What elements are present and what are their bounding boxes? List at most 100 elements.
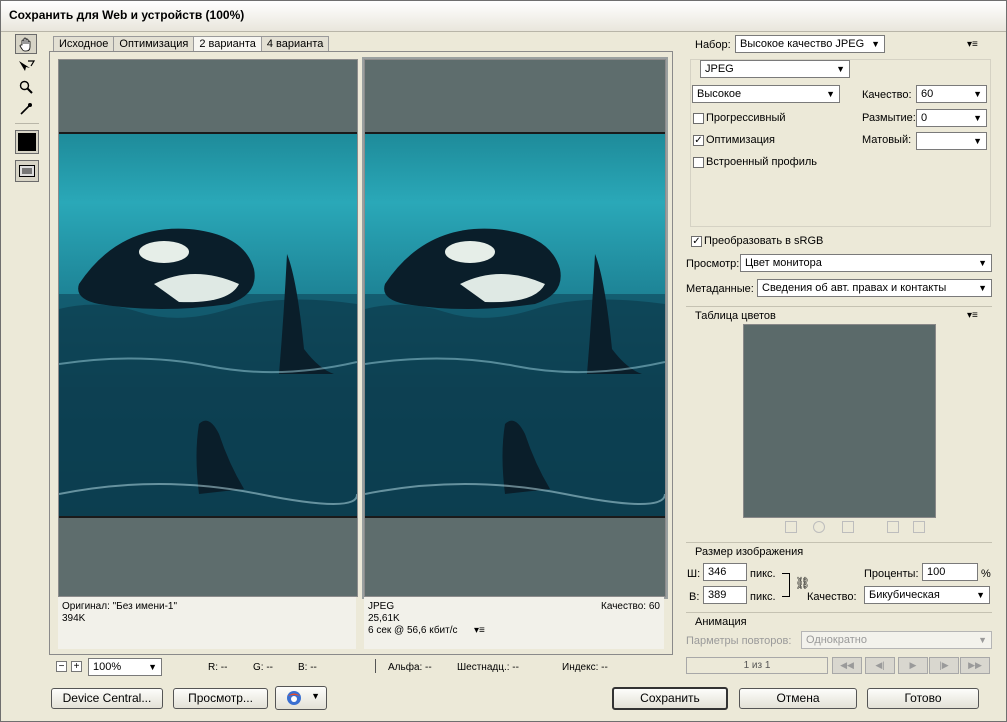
tab-optimized[interactable]: Оптимизация bbox=[113, 36, 195, 51]
width-unit: пикс. bbox=[750, 568, 776, 580]
status-divider bbox=[375, 659, 376, 673]
matte-select[interactable]: ▼ bbox=[916, 132, 987, 150]
zoom-icon[interactable] bbox=[15, 77, 37, 97]
tab-original[interactable]: Исходное bbox=[53, 36, 115, 51]
original-size: 394K bbox=[62, 613, 86, 624]
height-unit: пикс. bbox=[750, 591, 776, 603]
chevron-down-icon: ▼ bbox=[871, 39, 880, 49]
animation-title: Анимация bbox=[695, 616, 747, 628]
eyedropper-color-swatch[interactable] bbox=[15, 130, 39, 154]
loop-options-select[interactable]: Однократно ▼ bbox=[801, 631, 992, 649]
percent-input[interactable]: 100 bbox=[922, 563, 978, 581]
blue-readout: B: -- bbox=[298, 662, 317, 673]
chevron-down-icon: ▼ bbox=[978, 635, 987, 645]
optimize-label: Оптимизация bbox=[706, 134, 775, 146]
zoom-in-button[interactable]: + bbox=[71, 661, 82, 672]
play-button[interactable]: ▶ bbox=[898, 657, 928, 674]
metadata-label: Метаданные: bbox=[686, 283, 754, 295]
done-button[interactable]: Готово bbox=[867, 688, 979, 709]
next-frame-button[interactable]: |▶ bbox=[929, 657, 959, 674]
chevron-down-icon: ▼ bbox=[973, 89, 982, 99]
height-input[interactable]: 389 bbox=[703, 586, 747, 604]
first-frame-button[interactable]: ◀◀ bbox=[832, 657, 862, 674]
chevron-down-icon: ▼ bbox=[976, 590, 985, 600]
title-bar: Сохранить для Web и устройств (100%) bbox=[1, 1, 1006, 32]
width-input[interactable]: 346 bbox=[703, 563, 747, 581]
percent-label: Проценты: bbox=[864, 568, 919, 580]
resample-quality-select[interactable]: Бикубическая ▼ bbox=[864, 586, 990, 604]
original-preview-pane[interactable] bbox=[58, 59, 358, 597]
speed-menu-icon[interactable]: ▾≡ bbox=[474, 625, 485, 637]
browser-icon bbox=[287, 691, 301, 705]
new-color-icon[interactable] bbox=[887, 521, 899, 533]
hex-readout: Шестнадц.: -- bbox=[457, 662, 519, 673]
orca-image-optimized bbox=[365, 134, 665, 516]
compression-quality-select[interactable]: Высокое ▼ bbox=[692, 85, 840, 103]
embed-profile-label: Встроенный профиль bbox=[706, 156, 818, 168]
quality-input[interactable]: 60 ▼ bbox=[916, 85, 987, 103]
chevron-down-icon: ▼ bbox=[836, 64, 845, 74]
preset-value: Высокое качество JPEG bbox=[740, 38, 865, 50]
tab-4-up[interactable]: 4 варианта bbox=[260, 36, 330, 51]
matte-label: Матовый: bbox=[862, 134, 912, 146]
eyedropper-icon[interactable] bbox=[15, 99, 37, 119]
progressive-checkbox[interactable] bbox=[693, 113, 704, 124]
color-table-swatches[interactable] bbox=[743, 324, 936, 518]
format-value: JPEG bbox=[705, 63, 734, 75]
height-value: 389 bbox=[708, 589, 727, 601]
trash-icon[interactable] bbox=[913, 521, 925, 533]
optimized-info: JPEG Качество: 60 25,61K 6 сек @ 56,6 кб… bbox=[364, 597, 664, 649]
loop-options-label: Парметры повторов: bbox=[686, 635, 792, 647]
resample-quality-value: Бикубическая bbox=[869, 589, 940, 601]
save-button[interactable]: Сохранить bbox=[612, 687, 728, 710]
preview-select[interactable]: Цвет монитора ▼ bbox=[740, 254, 992, 272]
format-select[interactable]: JPEG ▼ bbox=[700, 60, 850, 78]
zoom-level-select[interactable]: 100% ▼ bbox=[88, 658, 162, 676]
toggle-slices-icon[interactable] bbox=[15, 160, 39, 182]
convert-srgb-label: Преобразовать в sRGB bbox=[704, 235, 824, 247]
previous-frame-button[interactable]: ◀| bbox=[865, 657, 895, 674]
link-icon[interactable]: ⛓ bbox=[795, 576, 810, 590]
convert-srgb-checkbox[interactable]: ✓ bbox=[691, 236, 702, 247]
chevron-down-icon: ▼ bbox=[148, 662, 157, 672]
map-color-icon[interactable] bbox=[785, 521, 797, 533]
preset-label: Набор: bbox=[695, 39, 731, 51]
device-central-button[interactable]: Device Central... bbox=[51, 688, 163, 709]
height-label: В: bbox=[689, 591, 700, 603]
loop-options-value: Однократно bbox=[806, 634, 867, 646]
image-size-title: Размер изображения bbox=[695, 546, 804, 558]
canvas-background bbox=[365, 60, 665, 134]
cancel-button[interactable]: Отмена bbox=[739, 688, 857, 709]
color-table-menu-icon[interactable]: ▾≡ bbox=[967, 310, 978, 321]
zoom-out-button[interactable]: − bbox=[56, 661, 67, 672]
metadata-select[interactable]: Сведения об авт. правах и контакты ▼ bbox=[757, 279, 992, 297]
preset-select[interactable]: Высокое качество JPEG ▼ bbox=[735, 35, 885, 53]
lock-color-icon[interactable] bbox=[842, 521, 854, 533]
color-table-title: Таблица цветов bbox=[695, 310, 776, 322]
hand-icon[interactable] bbox=[15, 34, 37, 54]
blur-value: 0 bbox=[921, 112, 928, 124]
chevron-down-icon: ▼ bbox=[826, 89, 835, 99]
chevron-down-icon: ▼ bbox=[973, 113, 982, 123]
divider bbox=[686, 306, 992, 307]
optimize-checkbox[interactable]: ✓ bbox=[693, 135, 704, 146]
slice-select-icon[interactable] bbox=[15, 56, 37, 76]
blur-input[interactable]: 0 ▼ bbox=[916, 109, 987, 127]
quality-label: Качество: bbox=[862, 89, 912, 101]
canvas-background bbox=[365, 516, 665, 596]
browser-select-button[interactable]: ▼ bbox=[275, 686, 327, 710]
percent-value: 100 bbox=[927, 566, 946, 578]
tab-2-up[interactable]: 2 варианта bbox=[193, 36, 262, 52]
preview-in-browser-button[interactable]: Просмотр... bbox=[173, 688, 268, 709]
constrain-bracket bbox=[782, 573, 790, 597]
quality-value: 60 bbox=[921, 88, 934, 100]
chevron-down-icon: ▼ bbox=[973, 136, 982, 146]
embed-profile-checkbox[interactable] bbox=[693, 157, 704, 168]
settings-menu-icon[interactable]: ▾≡ bbox=[967, 39, 978, 50]
last-frame-button[interactable]: ▶▶ bbox=[960, 657, 990, 674]
divider bbox=[686, 542, 992, 543]
frame-counter: 1 из 1 bbox=[686, 657, 828, 674]
web-shift-icon[interactable] bbox=[813, 521, 825, 533]
original-info: Оригинал: "Без имени-1" 394K bbox=[58, 597, 356, 649]
optimized-preview-pane[interactable] bbox=[362, 57, 668, 599]
